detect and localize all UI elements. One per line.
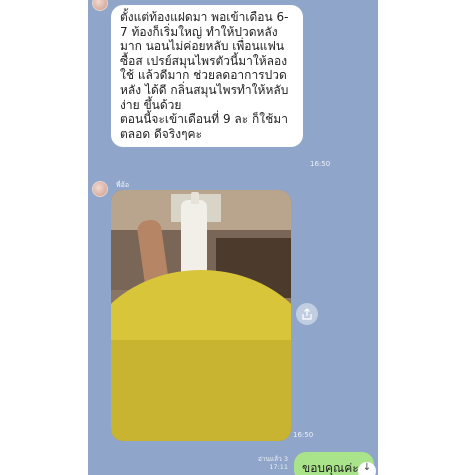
spray-nozzle xyxy=(191,192,199,204)
avatar[interactable] xyxy=(92,0,108,11)
scroll-down-button[interactable]: ↓ xyxy=(358,462,376,475)
photo-time: 16:50 xyxy=(293,431,314,439)
message-text: ตั้งแต่ท้องแฝดมา พอเข้าเดือน 6-7 ท้องก็เ… xyxy=(120,10,289,141)
reply-text: ขอบคุณค่ะ xyxy=(302,461,359,475)
share-icon xyxy=(302,308,312,320)
shirt-shadow xyxy=(111,340,291,441)
chat-panel: ตั้งแต่ท้องแฝดมา พอเข้าเดือน 6-7 ท้องก็เ… xyxy=(88,0,378,475)
read-status: อ่านแล้ว 3 xyxy=(258,455,289,463)
message-time: 16:50 xyxy=(310,160,331,168)
photo-message[interactable] xyxy=(111,190,291,441)
arrow-down-icon: ↓ xyxy=(362,462,372,473)
reply-time: 17:11 xyxy=(269,463,289,471)
share-button[interactable] xyxy=(296,303,318,325)
read-receipt: อ่านแล้ว 3 17:11 xyxy=(258,455,288,471)
avatar[interactable] xyxy=(92,181,108,197)
incoming-message-bubble[interactable]: ตั้งแต่ท้องแฝดมา พอเข้าเดือน 6-7 ท้องก็เ… xyxy=(111,5,303,148)
